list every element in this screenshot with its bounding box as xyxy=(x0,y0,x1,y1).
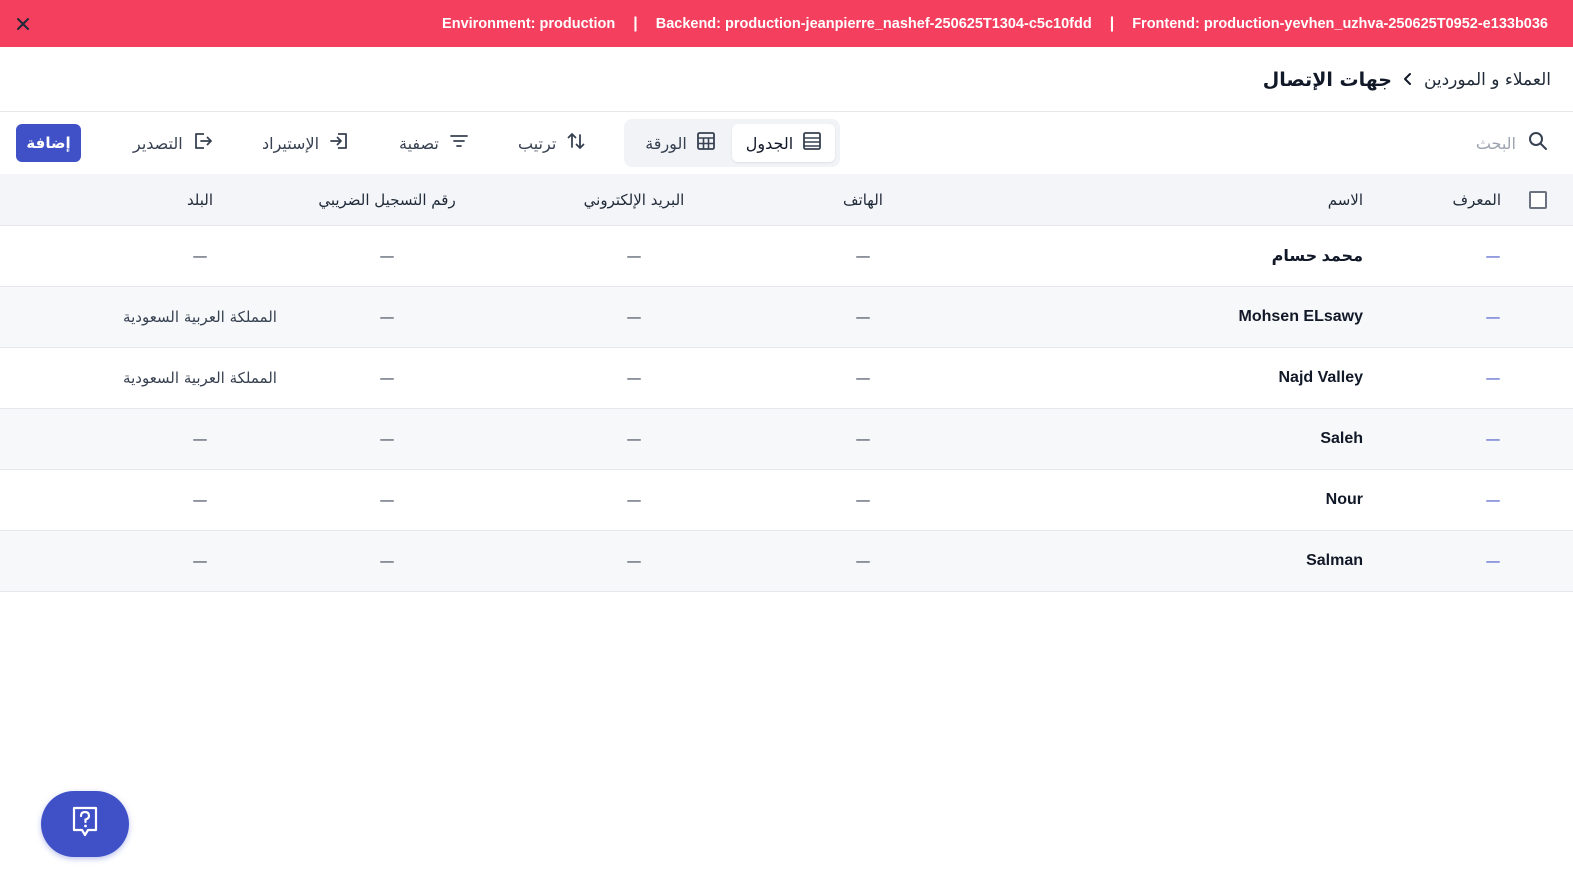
export-button[interactable]: التصدير xyxy=(133,127,213,159)
breadcrumb: العملاء و الموردين جهات الإتصال xyxy=(1263,66,1551,94)
table-row[interactable]: — Saleh — — — — xyxy=(0,409,1573,470)
import-label: الإستيراد xyxy=(262,133,320,153)
column-header-country[interactable]: البلد xyxy=(140,174,260,226)
frontend-label: Frontend: production-yevhen_uzhva-250625… xyxy=(1132,15,1548,32)
close-icon[interactable] xyxy=(10,11,36,37)
sort-label: ترتيب xyxy=(518,133,557,153)
export-icon xyxy=(193,131,213,155)
row-country: المملكة العربية السعودية xyxy=(123,369,277,387)
row-email: — xyxy=(626,430,642,448)
row-phone: — xyxy=(855,430,871,448)
table-header: المعرف الاسم الهاتف البريد الإلكتروني رق… xyxy=(0,174,1573,226)
row-tax-number: — xyxy=(379,552,395,570)
view-table-button[interactable]: الجدول xyxy=(732,124,835,162)
row-id[interactable]: — xyxy=(1473,287,1513,347)
sort-button[interactable]: ترتيب xyxy=(518,127,586,159)
chevron-left-icon xyxy=(1402,71,1414,90)
row-country: — xyxy=(192,430,208,448)
table-row[interactable]: — Nour — — — — xyxy=(0,470,1573,531)
row-country: المملكة العربية السعودية xyxy=(123,308,277,326)
row-country: — xyxy=(192,491,208,509)
column-header-id[interactable]: المعرف xyxy=(1381,174,1501,226)
row-phone: — xyxy=(855,247,871,265)
row-name: Saleh xyxy=(1320,430,1363,447)
table-row[interactable]: — Salman — — — — xyxy=(0,531,1573,592)
row-name: Nour xyxy=(1325,491,1363,508)
import-button[interactable]: الإستيراد xyxy=(262,127,349,159)
add-button[interactable]: إضافة xyxy=(16,124,81,162)
row-name: Najd Valley xyxy=(1278,369,1364,386)
environment-info: Environment: production | Backend: produ… xyxy=(442,0,1548,47)
row-id[interactable]: — xyxy=(1473,531,1513,591)
row-name: محمد حسام xyxy=(1271,248,1363,265)
row-phone: — xyxy=(855,308,871,326)
view-sheet-label: الورقة xyxy=(645,133,687,153)
page-title: جهات الإتصال xyxy=(1262,69,1392,91)
row-tax-number: — xyxy=(379,369,395,387)
help-question-icon xyxy=(70,805,100,843)
search-icon[interactable] xyxy=(1528,131,1548,155)
row-tax-number: — xyxy=(379,430,395,448)
column-header-name[interactable]: الاسم xyxy=(1163,174,1363,226)
column-header-email[interactable]: البريد الإلكتروني xyxy=(534,174,734,226)
column-header-tax-number[interactable]: رقم التسجيل الضريبي xyxy=(297,174,477,226)
import-icon xyxy=(329,131,349,155)
row-country: — xyxy=(192,247,208,265)
export-label: التصدير xyxy=(133,133,183,153)
row-country: — xyxy=(192,552,208,570)
environment-banner: Environment: production | Backend: produ… xyxy=(0,0,1573,47)
help-button[interactable] xyxy=(41,791,129,857)
row-id[interactable]: — xyxy=(1473,470,1513,530)
filter-label: تصفية xyxy=(399,133,439,153)
environment-label: Environment: production xyxy=(442,15,616,32)
row-name: Mohsen ELsawy xyxy=(1238,308,1363,325)
column-header-phone[interactable]: الهاتف xyxy=(803,174,923,226)
table-row[interactable]: — Najd Valley — — — المملكة العربية السع… xyxy=(0,348,1573,409)
row-phone: — xyxy=(855,552,871,570)
sort-arrows-icon xyxy=(566,131,586,155)
row-email: — xyxy=(626,247,642,265)
header-divider xyxy=(0,111,1573,112)
grid-view-icon xyxy=(696,132,715,154)
row-id[interactable]: — xyxy=(1473,348,1513,408)
separator: | xyxy=(633,14,638,32)
filter-lines-icon xyxy=(449,131,469,155)
table-row[interactable]: — محمد حسام — — — — xyxy=(0,226,1573,287)
row-tax-number: — xyxy=(379,308,395,326)
table-row[interactable]: — Mohsen ELsawy — — — المملكة العربية ال… xyxy=(0,287,1573,348)
search-box xyxy=(1376,127,1548,159)
list-view-icon xyxy=(803,132,822,154)
row-phone: — xyxy=(855,491,871,509)
row-name: Salman xyxy=(1306,552,1363,569)
view-table-label: الجدول xyxy=(745,133,794,153)
row-email: — xyxy=(626,369,642,387)
row-email: — xyxy=(626,308,642,326)
row-id[interactable]: — xyxy=(1473,409,1513,469)
breadcrumb-parent-link[interactable]: العملاء و الموردين xyxy=(1424,70,1551,90)
row-id[interactable]: — xyxy=(1473,226,1513,286)
search-input[interactable] xyxy=(1376,133,1516,153)
row-tax-number: — xyxy=(379,491,395,509)
row-tax-number: — xyxy=(379,247,395,265)
backend-label: Backend: production-jeanpierre_nashef-25… xyxy=(655,15,1092,32)
filter-button[interactable]: تصفية xyxy=(399,127,469,159)
view-sheet-button[interactable]: الورقة xyxy=(630,124,730,162)
select-all-checkbox[interactable] xyxy=(1529,191,1547,209)
row-phone: — xyxy=(855,369,871,387)
row-email: — xyxy=(626,552,642,570)
separator: | xyxy=(1109,14,1115,32)
view-toggle: الجدول الورقة xyxy=(624,119,840,167)
row-email: — xyxy=(626,491,642,509)
